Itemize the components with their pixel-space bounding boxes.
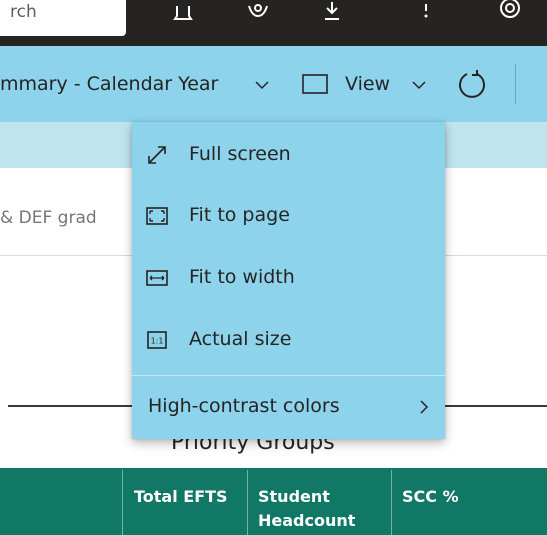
search-input[interactable]: rch <box>0 0 126 36</box>
chevron-right-icon <box>420 400 429 414</box>
view-menu: Full screen Fit to page Fit to width 1:1… <box>132 122 445 439</box>
menu-item-label: Fit to width <box>189 266 295 288</box>
menu-item-label: High-contrast colors <box>148 395 340 417</box>
column-header-total-efts[interactable]: Total EFTS <box>134 485 228 509</box>
full-screen-icon <box>148 146 166 164</box>
gear-icon[interactable] <box>246 2 270 26</box>
view-chevron-down-icon[interactable] <box>411 78 427 92</box>
menu-item-label: Fit to page <box>189 204 290 226</box>
menu-item-fit-to-page[interactable]: Fit to page <box>132 187 445 245</box>
view-button-label[interactable]: View <box>345 73 390 95</box>
actual-size-glyph: 1:1 <box>151 337 164 346</box>
menu-item-high-contrast-colors[interactable]: High-contrast colors <box>132 378 445 436</box>
help-icon[interactable] <box>414 2 438 26</box>
fit-to-page-icon <box>146 207 168 225</box>
column-separator <box>122 470 123 535</box>
bell-icon[interactable] <box>171 2 195 26</box>
menu-divider <box>132 375 445 376</box>
toolbar-divider <box>515 64 516 104</box>
column-header-student-headcount[interactable]: Student Headcount <box>258 485 368 533</box>
top-app-bar: rch <box>0 0 547 46</box>
refresh-icon[interactable] <box>456 68 488 100</box>
column-separator <box>391 470 392 535</box>
menu-item-label: Full screen <box>189 143 291 165</box>
menu-item-fit-to-width[interactable]: Fit to width <box>132 249 445 307</box>
column-separator <box>247 470 248 535</box>
view-icon[interactable] <box>301 73 331 95</box>
account-icon[interactable] <box>497 0 523 26</box>
search-text: rch <box>10 2 37 22</box>
report-filter-label: & DEF grad <box>0 208 97 228</box>
menu-item-full-screen[interactable]: Full screen <box>132 126 445 184</box>
actual-size-icon: 1:1 <box>147 331 167 349</box>
fit-to-width-icon <box>146 270 168 286</box>
column-header-scc-percent[interactable]: SCC % <box>402 485 459 509</box>
menu-item-actual-size[interactable]: 1:1 Actual size <box>132 311 445 369</box>
chevron-down-icon[interactable] <box>254 78 270 92</box>
menu-item-label: Actual size <box>189 328 292 350</box>
download-icon[interactable] <box>320 2 344 26</box>
report-title[interactable]: mmary - Calendar Year <box>0 73 218 95</box>
